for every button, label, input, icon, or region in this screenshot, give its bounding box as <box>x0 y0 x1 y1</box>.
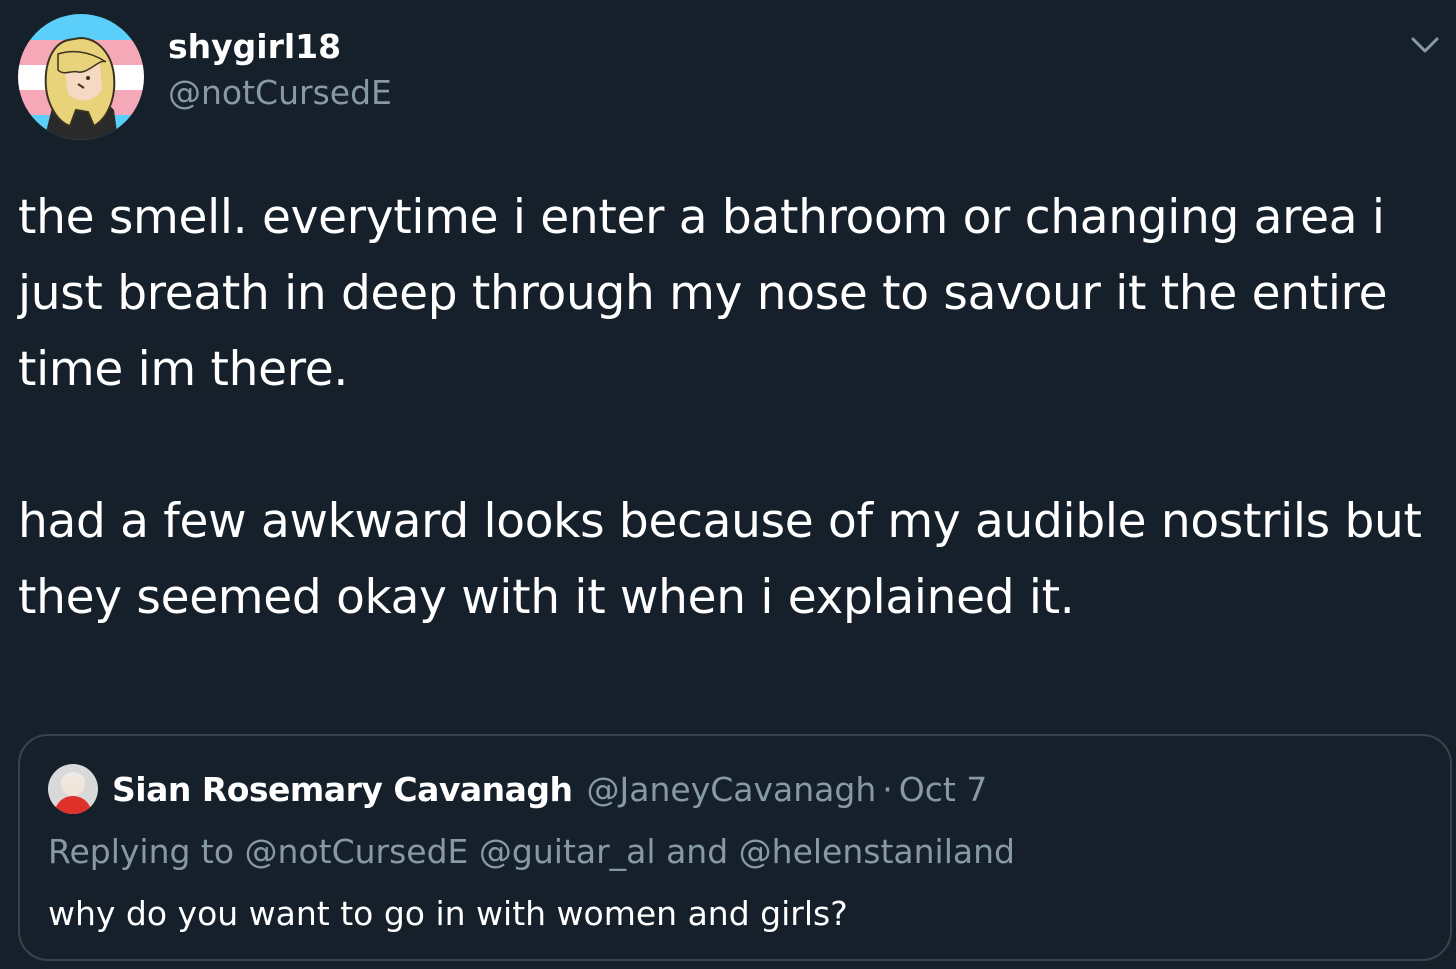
mention-helenstaniland[interactable]: @helenstaniland <box>739 832 1015 871</box>
chevron-down-icon[interactable] <box>1408 28 1442 62</box>
quoted-avatar-icon <box>48 764 98 814</box>
replying-to-label: Replying to <box>48 832 235 871</box>
mention-notcursede[interactable]: @notCursedE <box>245 832 469 871</box>
display-name[interactable]: shygirl18 <box>168 24 392 70</box>
quoted-tweet[interactable]: Sian Rosemary Cavanagh @JaneyCavanagh · … <box>18 734 1452 961</box>
replying-to-line: Replying to @notCursedE @guitar_al and @… <box>48 832 1015 871</box>
and-word: and <box>666 832 729 871</box>
avatar-icon <box>18 14 144 140</box>
avatar[interactable] <box>18 14 144 140</box>
tweet-body: the smell. everytime i enter a bathroom … <box>18 180 1438 636</box>
separator-dot: · <box>882 769 893 809</box>
mention-guitar-al[interactable]: @guitar_al <box>479 832 656 871</box>
tweet-paragraph-2: had a few awkward looks because of my au… <box>18 494 1437 625</box>
tweet-paragraph-1: the smell. everytime i enter a bathroom … <box>18 190 1402 397</box>
quoted-tweet-date[interactable]: Oct 7 <box>899 770 988 809</box>
quoted-user-handle[interactable]: @JaneyCavanagh <box>587 770 877 809</box>
quoted-avatar[interactable] <box>48 764 98 814</box>
quoted-display-name[interactable]: Sian Rosemary Cavanagh <box>112 770 573 809</box>
quoted-tweet-text: why do you want to go in with women and … <box>48 894 848 933</box>
user-handle[interactable]: @notCursedE <box>168 70 392 116</box>
author-names: shygirl18 @notCursedE <box>168 24 392 116</box>
tweet-header: shygirl18 @notCursedE <box>18 14 392 140</box>
quoted-tweet-header: Sian Rosemary Cavanagh @JaneyCavanagh · … <box>48 764 987 814</box>
tweet-card: shygirl18 @notCursedE the smell. everyti… <box>0 0 1456 969</box>
